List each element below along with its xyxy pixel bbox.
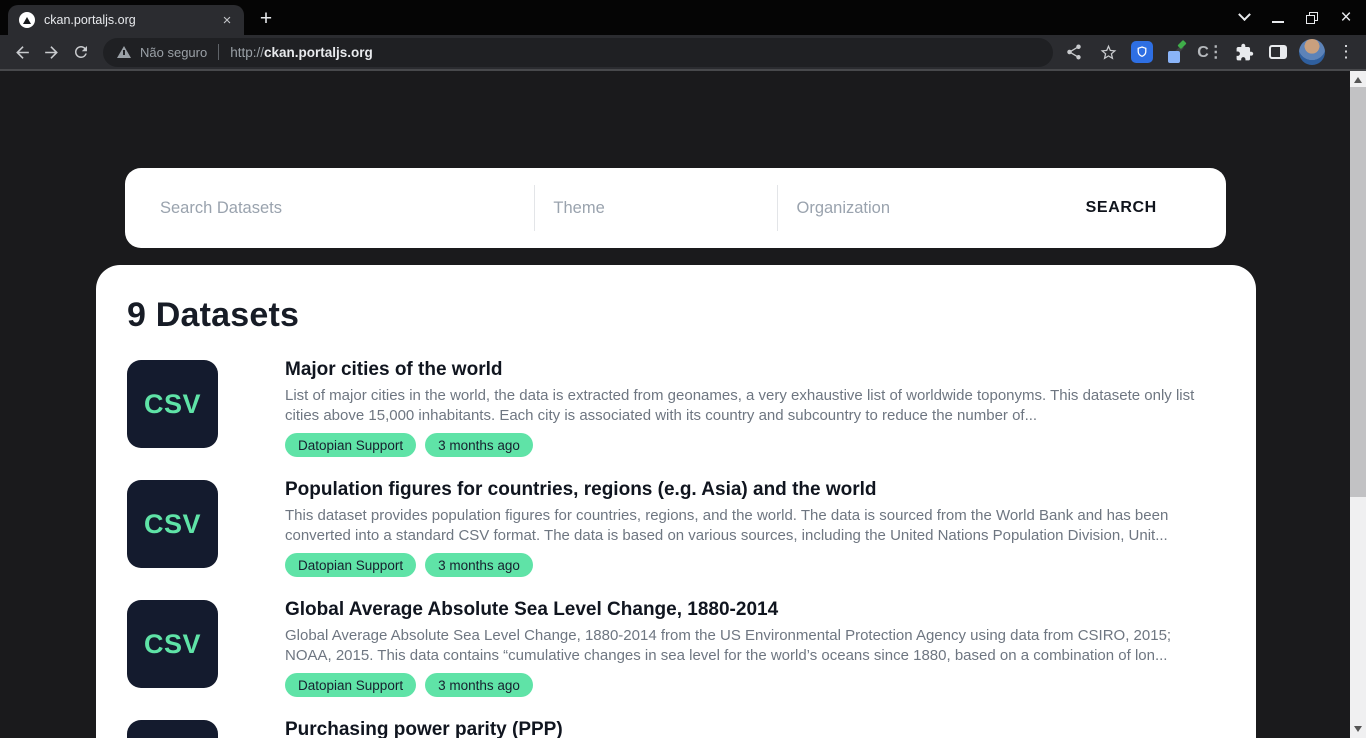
org-badge: Datopian Support bbox=[285, 553, 416, 577]
dataset-title-link[interactable]: Global Average Absolute Sea Level Change… bbox=[285, 597, 1221, 623]
dataset-description: Global Average Absolute Sea Level Change… bbox=[285, 626, 1221, 666]
colorzilla-extension-icon[interactable]: C⋮ bbox=[1195, 37, 1225, 67]
dataset-list: CSV Major cities of the world List of ma… bbox=[127, 357, 1221, 738]
browser-chrome: ckan.portaljs.org × + × Não seguro http:… bbox=[0, 0, 1366, 71]
date-badge: 3 months ago bbox=[425, 553, 533, 577]
search-button[interactable]: SEARCH bbox=[1016, 168, 1226, 248]
forward-arrow-icon bbox=[42, 43, 61, 62]
toolbar-right-icons: C⋮ ⋮ bbox=[1059, 37, 1361, 67]
csv-format-icon: CSV bbox=[127, 360, 218, 448]
scrollbar-down-arrow-icon[interactable] bbox=[1354, 726, 1362, 732]
address-bar[interactable]: Não seguro http:// ckan.portaljs.org bbox=[103, 38, 1053, 67]
organization-input[interactable] bbox=[778, 168, 1016, 248]
bookmark-star-button[interactable] bbox=[1093, 37, 1123, 67]
forward-button[interactable] bbox=[37, 38, 66, 67]
extensions-puzzle-button[interactable] bbox=[1229, 37, 1259, 67]
reload-icon bbox=[72, 43, 90, 61]
search-datasets-input[interactable] bbox=[125, 168, 534, 248]
tab-bar: ckan.portaljs.org × + × bbox=[0, 0, 1366, 35]
not-secure-warning-icon bbox=[117, 46, 131, 58]
tab-title: ckan.portaljs.org bbox=[44, 13, 218, 27]
dataset-badges: Datopian Support 3 months ago bbox=[285, 553, 1221, 577]
security-label[interactable]: Não seguro bbox=[140, 45, 207, 60]
dataset-title-link[interactable]: Population figures for countries, region… bbox=[285, 477, 1221, 503]
back-button[interactable] bbox=[8, 38, 37, 67]
scrollbar-thumb[interactable] bbox=[1350, 87, 1366, 497]
page-content: SEARCH 9 Datasets CSV Major cities of th… bbox=[0, 71, 1366, 738]
minimize-button[interactable] bbox=[1268, 8, 1288, 28]
csv-format-icon: CSV bbox=[127, 480, 218, 568]
reload-button[interactable] bbox=[66, 38, 95, 67]
window-menu-chevron-icon[interactable] bbox=[1234, 8, 1254, 28]
csv-format-icon: CSV bbox=[127, 720, 218, 738]
url-scheme: http:// bbox=[230, 45, 264, 60]
dataset-badges: Datopian Support 3 months ago bbox=[285, 673, 1221, 697]
dataset-body: Purchasing power parity (PPP) bbox=[285, 717, 1221, 738]
close-window-button[interactable]: × bbox=[1336, 8, 1356, 28]
dataset-title-link[interactable]: Major cities of the world bbox=[285, 357, 1221, 383]
scrollbar-up-arrow-icon[interactable] bbox=[1354, 77, 1362, 83]
org-badge: Datopian Support bbox=[285, 433, 416, 457]
datasets-count-heading: 9 Datasets bbox=[127, 295, 1221, 335]
browser-menu-button[interactable]: ⋮ bbox=[1331, 37, 1361, 67]
dataset-item: CSV Global Average Absolute Sea Level Ch… bbox=[127, 597, 1221, 697]
bitwarden-extension-icon[interactable] bbox=[1127, 37, 1157, 67]
dataset-body: Global Average Absolute Sea Level Change… bbox=[285, 597, 1221, 697]
datasets-card: 9 Datasets CSV Major cities of the world… bbox=[96, 265, 1256, 738]
dataset-title-link[interactable]: Purchasing power parity (PPP) bbox=[285, 717, 1221, 738]
star-icon bbox=[1099, 43, 1118, 62]
back-arrow-icon bbox=[13, 43, 32, 62]
site-favicon-icon bbox=[19, 12, 35, 28]
dataset-body: Population figures for countries, region… bbox=[285, 477, 1221, 577]
puzzle-icon bbox=[1235, 43, 1254, 62]
restore-button[interactable] bbox=[1302, 8, 1322, 28]
date-badge: 3 months ago bbox=[425, 673, 533, 697]
dataset-description: This dataset provides population figures… bbox=[285, 506, 1221, 546]
browser-tab[interactable]: ckan.portaljs.org × bbox=[8, 5, 244, 35]
url-host: ckan.portaljs.org bbox=[264, 45, 373, 60]
dataset-item: CSV Purchasing power parity (PPP) bbox=[127, 717, 1221, 738]
dataset-item: CSV Population figures for countries, re… bbox=[127, 477, 1221, 577]
dataset-badges: Datopian Support 3 months ago bbox=[285, 433, 1221, 457]
theme-input[interactable] bbox=[535, 168, 777, 248]
share-button[interactable] bbox=[1059, 37, 1089, 67]
profile-avatar[interactable] bbox=[1297, 37, 1327, 67]
new-tab-button[interactable]: + bbox=[252, 5, 280, 33]
date-badge: 3 months ago bbox=[425, 433, 533, 457]
search-bar-card: SEARCH bbox=[125, 168, 1226, 248]
page-scrollbar[interactable] bbox=[1350, 71, 1366, 738]
side-panel-button[interactable] bbox=[1263, 37, 1293, 67]
dataset-description: List of major cities in the world, the d… bbox=[285, 386, 1221, 426]
address-separator bbox=[218, 44, 219, 60]
dataset-item: CSV Major cities of the world List of ma… bbox=[127, 357, 1221, 457]
org-badge: Datopian Support bbox=[285, 673, 416, 697]
csv-format-icon: CSV bbox=[127, 600, 218, 688]
colorpicker-extension-icon[interactable] bbox=[1161, 37, 1191, 67]
dataset-body: Major cities of the world List of major … bbox=[285, 357, 1221, 457]
share-icon bbox=[1065, 43, 1083, 61]
window-controls: × bbox=[1234, 0, 1360, 35]
tab-close-icon[interactable]: × bbox=[218, 11, 236, 29]
browser-toolbar: Não seguro http:// ckan.portaljs.org C⋮ bbox=[0, 35, 1366, 71]
